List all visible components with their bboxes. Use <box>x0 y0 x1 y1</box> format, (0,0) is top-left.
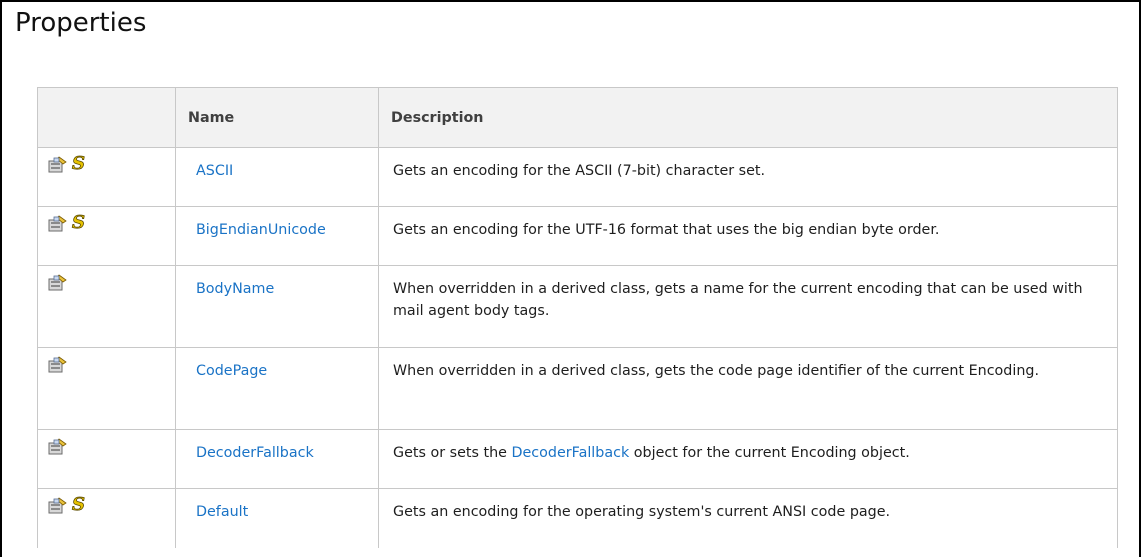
property-link-ascii[interactable]: ASCII <box>196 163 233 179</box>
description-text: Gets or sets the <box>393 445 512 461</box>
decoderfallback-type-link[interactable]: DecoderFallback <box>512 445 630 461</box>
static-icon: S <box>72 494 86 515</box>
properties-table: Name Description S ASCII Gets an encodin… <box>37 87 1118 548</box>
description-cell: Gets an encoding for the UTF-16 format t… <box>378 206 1118 266</box>
name-cell: BodyName <box>175 265 379 348</box>
name-cell: ASCII <box>175 147 379 207</box>
section-title: Properties <box>15 8 147 38</box>
table-row: DecoderFallback Gets or sets the Decoder… <box>37 429 1118 489</box>
property-link-bigendianunicode[interactable]: BigEndianUnicode <box>196 222 326 238</box>
table-row: S Default Gets an encoding for the opera… <box>37 488 1118 548</box>
description-cell: Gets or sets the DecoderFallback object … <box>378 429 1118 489</box>
table-header-row: Name Description <box>37 87 1118 148</box>
property-link-codepage[interactable]: CodePage <box>196 363 267 379</box>
description-column-header: Description <box>378 87 1118 148</box>
property-icon <box>48 156 68 174</box>
table-row: BodyName When overridden in a derived cl… <box>37 265 1118 348</box>
property-icon <box>48 274 68 292</box>
description-cell: When overridden in a derived class, gets… <box>378 347 1118 430</box>
row-icons <box>37 265 176 348</box>
name-cell: DecoderFallback <box>175 429 379 489</box>
description-cell: Gets an encoding for the operating syste… <box>378 488 1118 548</box>
property-icon <box>48 438 68 456</box>
name-cell: BigEndianUnicode <box>175 206 379 266</box>
row-icons <box>37 429 176 489</box>
icon-column-header <box>37 87 176 148</box>
static-icon: S <box>72 153 86 174</box>
description-text: object for the current Encoding object. <box>629 445 910 461</box>
name-cell: Default <box>175 488 379 548</box>
table-row: CodePage When overridden in a derived cl… <box>37 347 1118 430</box>
row-icons: S <box>37 206 176 266</box>
property-icon <box>48 497 68 515</box>
property-link-default[interactable]: Default <box>196 504 248 520</box>
property-icon <box>48 356 68 374</box>
row-icons: S <box>37 147 176 207</box>
row-icons <box>37 347 176 430</box>
property-link-bodyname[interactable]: BodyName <box>196 281 274 297</box>
row-icons: S <box>37 488 176 548</box>
property-icon <box>48 215 68 233</box>
table-row: S BigEndianUnicode Gets an encoding for … <box>37 206 1118 266</box>
static-icon: S <box>72 212 86 233</box>
name-cell: CodePage <box>175 347 379 430</box>
description-cell: Gets an encoding for the ASCII (7-bit) c… <box>378 147 1118 207</box>
description-cell: When overridden in a derived class, gets… <box>378 265 1118 348</box>
property-link-decoderfallback[interactable]: DecoderFallback <box>196 445 314 461</box>
name-column-header: Name <box>175 87 379 148</box>
table-row: S ASCII Gets an encoding for the ASCII (… <box>37 147 1118 207</box>
